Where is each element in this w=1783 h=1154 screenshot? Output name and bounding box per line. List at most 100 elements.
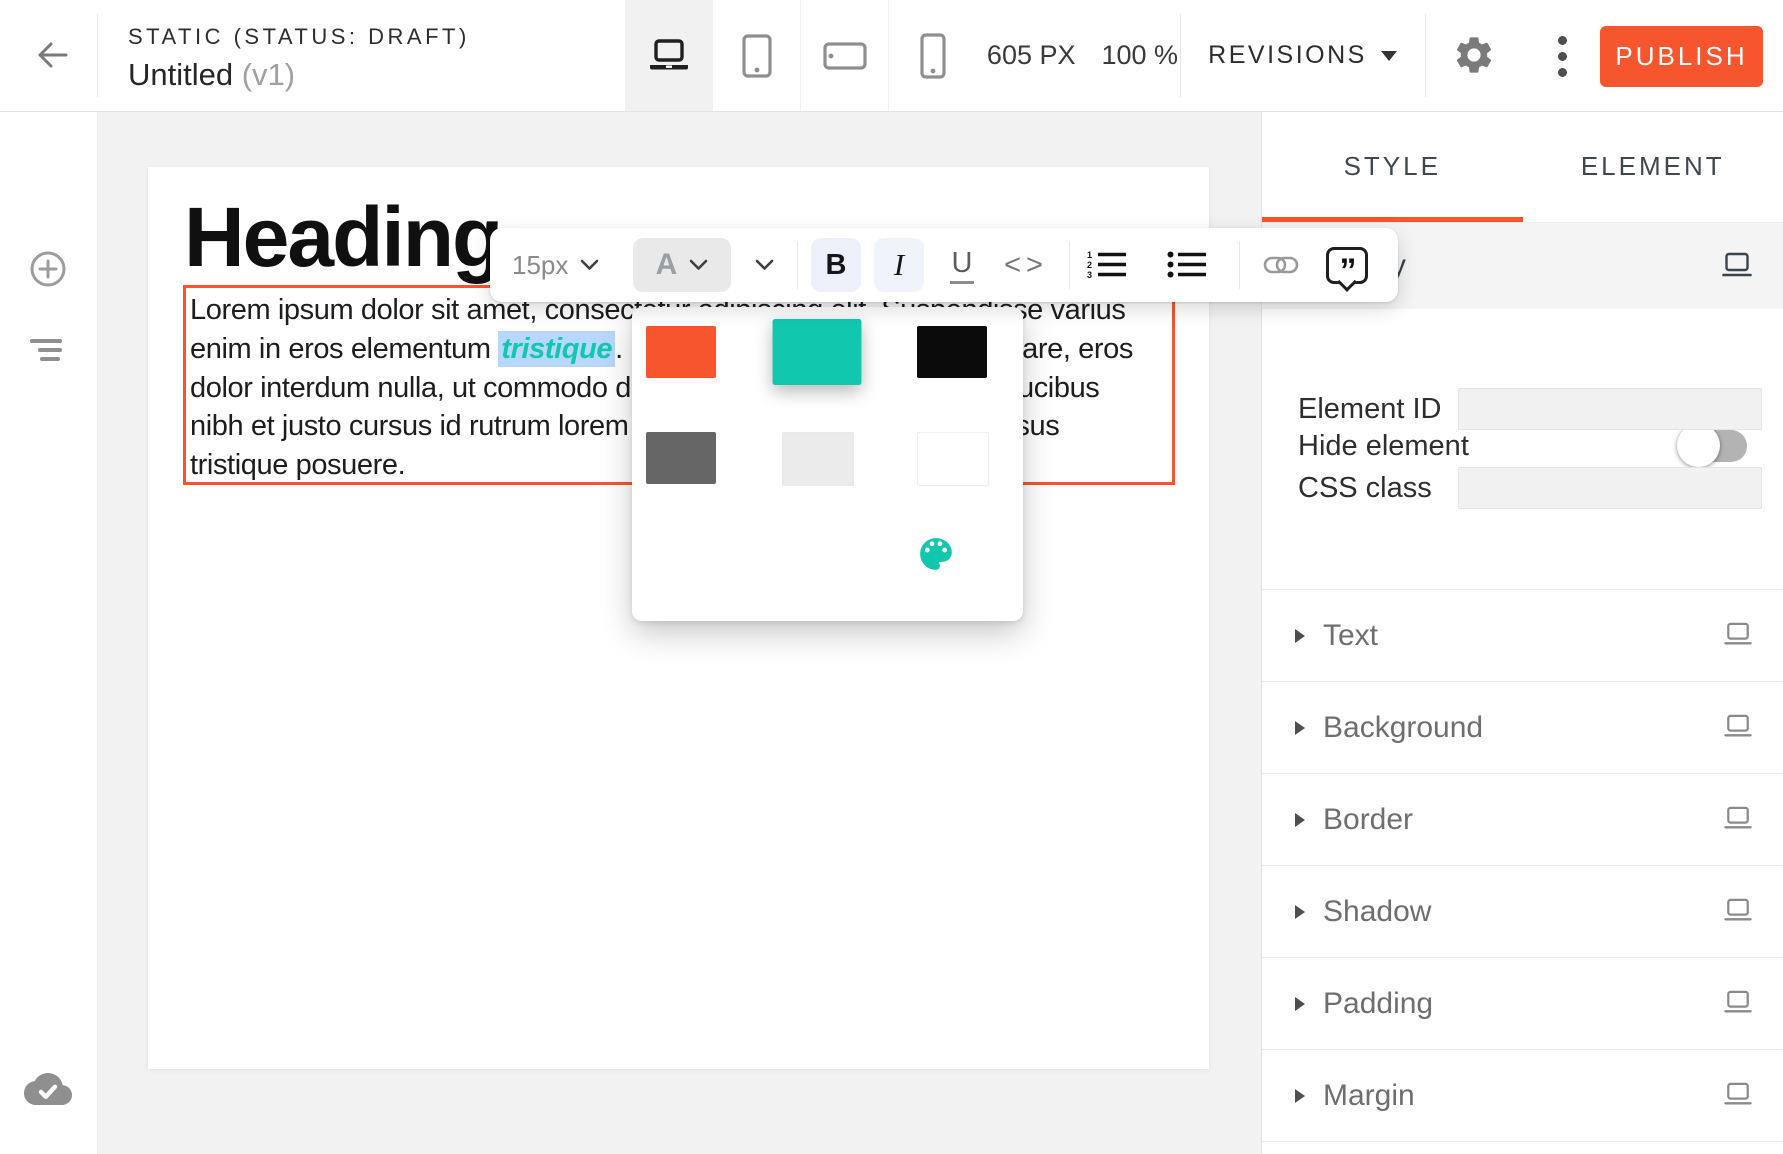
chevron-right-icon [1295, 813, 1305, 827]
underline-button[interactable]: U [940, 228, 984, 302]
chevron-right-icon [1295, 905, 1305, 919]
plus-circle-icon [28, 249, 68, 289]
left-sidebar [0, 111, 98, 1154]
tablet-landscape-icon [823, 42, 867, 70]
svg-text:2: 2 [1087, 260, 1092, 270]
element-id-input[interactable] [1458, 388, 1762, 430]
swatch-orange[interactable] [646, 326, 716, 378]
settings-button[interactable] [1452, 33, 1496, 77]
tab-element[interactable]: ELEMENT [1523, 111, 1783, 222]
more-options-button[interactable] [1544, 26, 1580, 86]
ordered-list-icon: 1 2 3 [1087, 249, 1127, 281]
section-margin[interactable]: Margin [1262, 1049, 1783, 1141]
mobile-icon [919, 33, 947, 79]
outline-button[interactable] [30, 339, 64, 363]
element-id-row: Element ID [1298, 387, 1762, 431]
css-class-label: CSS class [1298, 472, 1432, 505]
css-class-row: CSS class [1298, 466, 1762, 510]
top-bar: STATIC (STATUS: DRAFT) Untitled (v1) [0, 0, 1783, 112]
chevron-down-icon [580, 259, 599, 271]
device-desktop-button[interactable] [625, 0, 712, 111]
element-id-label: Element ID [1298, 393, 1441, 426]
device-scope-icon[interactable] [1723, 898, 1753, 928]
panel-tabs: STYLE ELEMENT [1262, 111, 1783, 223]
revisions-dropdown[interactable]: REVISIONS [1210, 0, 1395, 111]
swatch-black[interactable] [917, 326, 987, 378]
tab-style[interactable]: STYLE [1262, 111, 1523, 222]
chevron-right-icon [1295, 1089, 1305, 1103]
quote-icon: ” [1326, 247, 1368, 284]
chevron-down-icon [689, 259, 708, 271]
more-format-dropdown[interactable] [742, 228, 786, 302]
chevron-right-icon [1295, 997, 1305, 1011]
device-tablet-portrait-button[interactable] [712, 0, 800, 111]
selected-word[interactable]: tristique [498, 331, 615, 367]
chevron-right-icon [1295, 629, 1305, 643]
section-text[interactable]: Text [1262, 589, 1783, 681]
caret-down-icon [1381, 51, 1397, 61]
link-button[interactable] [1256, 228, 1306, 302]
style-sections: TextBackgroundBorderShadowPaddingMargin [1262, 589, 1783, 1142]
device-scope-icon[interactable] [1721, 252, 1753, 284]
document-title-block: STATIC (STATUS: DRAFT) Untitled (v1) [128, 24, 470, 93]
heading-text[interactable]: Heading [184, 185, 501, 290]
section-border[interactable]: Border [1262, 773, 1783, 865]
device-preview-group [625, 0, 976, 111]
swatch-transparent[interactable] [646, 535, 716, 587]
back-arrow-icon [30, 33, 74, 77]
svg-text:1: 1 [1087, 250, 1092, 260]
device-scope-icon[interactable] [1723, 1082, 1753, 1112]
section-padding[interactable]: Padding [1262, 957, 1783, 1049]
swatch-teal[interactable] [773, 319, 862, 385]
device-tablet-landscape-button[interactable] [800, 0, 888, 111]
cloud-check-icon [24, 1071, 72, 1107]
kebab-icon [1558, 36, 1567, 45]
swatch-dark-gray[interactable] [646, 432, 716, 484]
divider [1425, 14, 1426, 97]
zoom-level-value: 100 % [1102, 40, 1179, 71]
bold-button[interactable]: B [811, 238, 861, 292]
tablet-portrait-icon [741, 34, 773, 78]
canvas-width-value: 605 PX [987, 40, 1076, 71]
hide-element-label: Hide element [1298, 430, 1469, 463]
canvas-dimensions: 605 PX 100 % [985, 0, 1180, 111]
gear-icon [1452, 33, 1496, 77]
swatch-white[interactable] [917, 432, 989, 486]
device-scope-icon[interactable] [1723, 806, 1753, 836]
device-mobile-button[interactable] [888, 0, 976, 111]
divider [1180, 14, 1181, 97]
section-background[interactable]: Background [1262, 681, 1783, 773]
quote-button[interactable]: ” [1322, 228, 1372, 302]
device-scope-icon[interactable] [1723, 714, 1753, 744]
css-class-input[interactable] [1458, 467, 1762, 509]
back-button[interactable] [30, 33, 74, 77]
divider [97, 14, 98, 97]
page-builder-app: Heading Lorem ipsum dolor sit amet, cons… [0, 0, 1783, 1154]
outline-icon [30, 339, 62, 343]
unordered-list-button[interactable] [1162, 228, 1212, 302]
swatch-custom-color[interactable] [917, 535, 987, 587]
text-format-toolbar: 15px A B I U <> 1 2 3 [490, 228, 1398, 302]
chevron-down-icon [755, 259, 774, 271]
add-element-button[interactable] [28, 249, 68, 289]
svg-text:3: 3 [1087, 270, 1092, 280]
desktop-icon [645, 38, 693, 74]
color-picker-popup [632, 307, 1023, 621]
document-version: (v1) [242, 57, 295, 92]
saved-status [24, 1071, 72, 1107]
ordered-list-button[interactable]: 1 2 3 [1082, 228, 1132, 302]
text-color-dropdown[interactable]: A [633, 238, 731, 292]
device-scope-icon[interactable] [1723, 622, 1753, 652]
chevron-right-icon [1295, 721, 1305, 735]
code-button[interactable]: <> [998, 228, 1054, 302]
section-shadow[interactable]: Shadow [1262, 865, 1783, 957]
swatch-light-gray[interactable] [782, 432, 854, 486]
link-icon [1263, 253, 1299, 277]
italic-button[interactable]: I [874, 238, 924, 292]
document-status: STATIC (STATUS: DRAFT) [128, 24, 470, 50]
device-scope-icon[interactable] [1723, 990, 1753, 1020]
publish-button[interactable]: PUBLISH [1600, 26, 1763, 87]
font-size-dropdown[interactable]: 15px [512, 228, 599, 302]
unordered-list-icon [1167, 249, 1207, 281]
document-title: Untitled (v1) [128, 57, 470, 93]
